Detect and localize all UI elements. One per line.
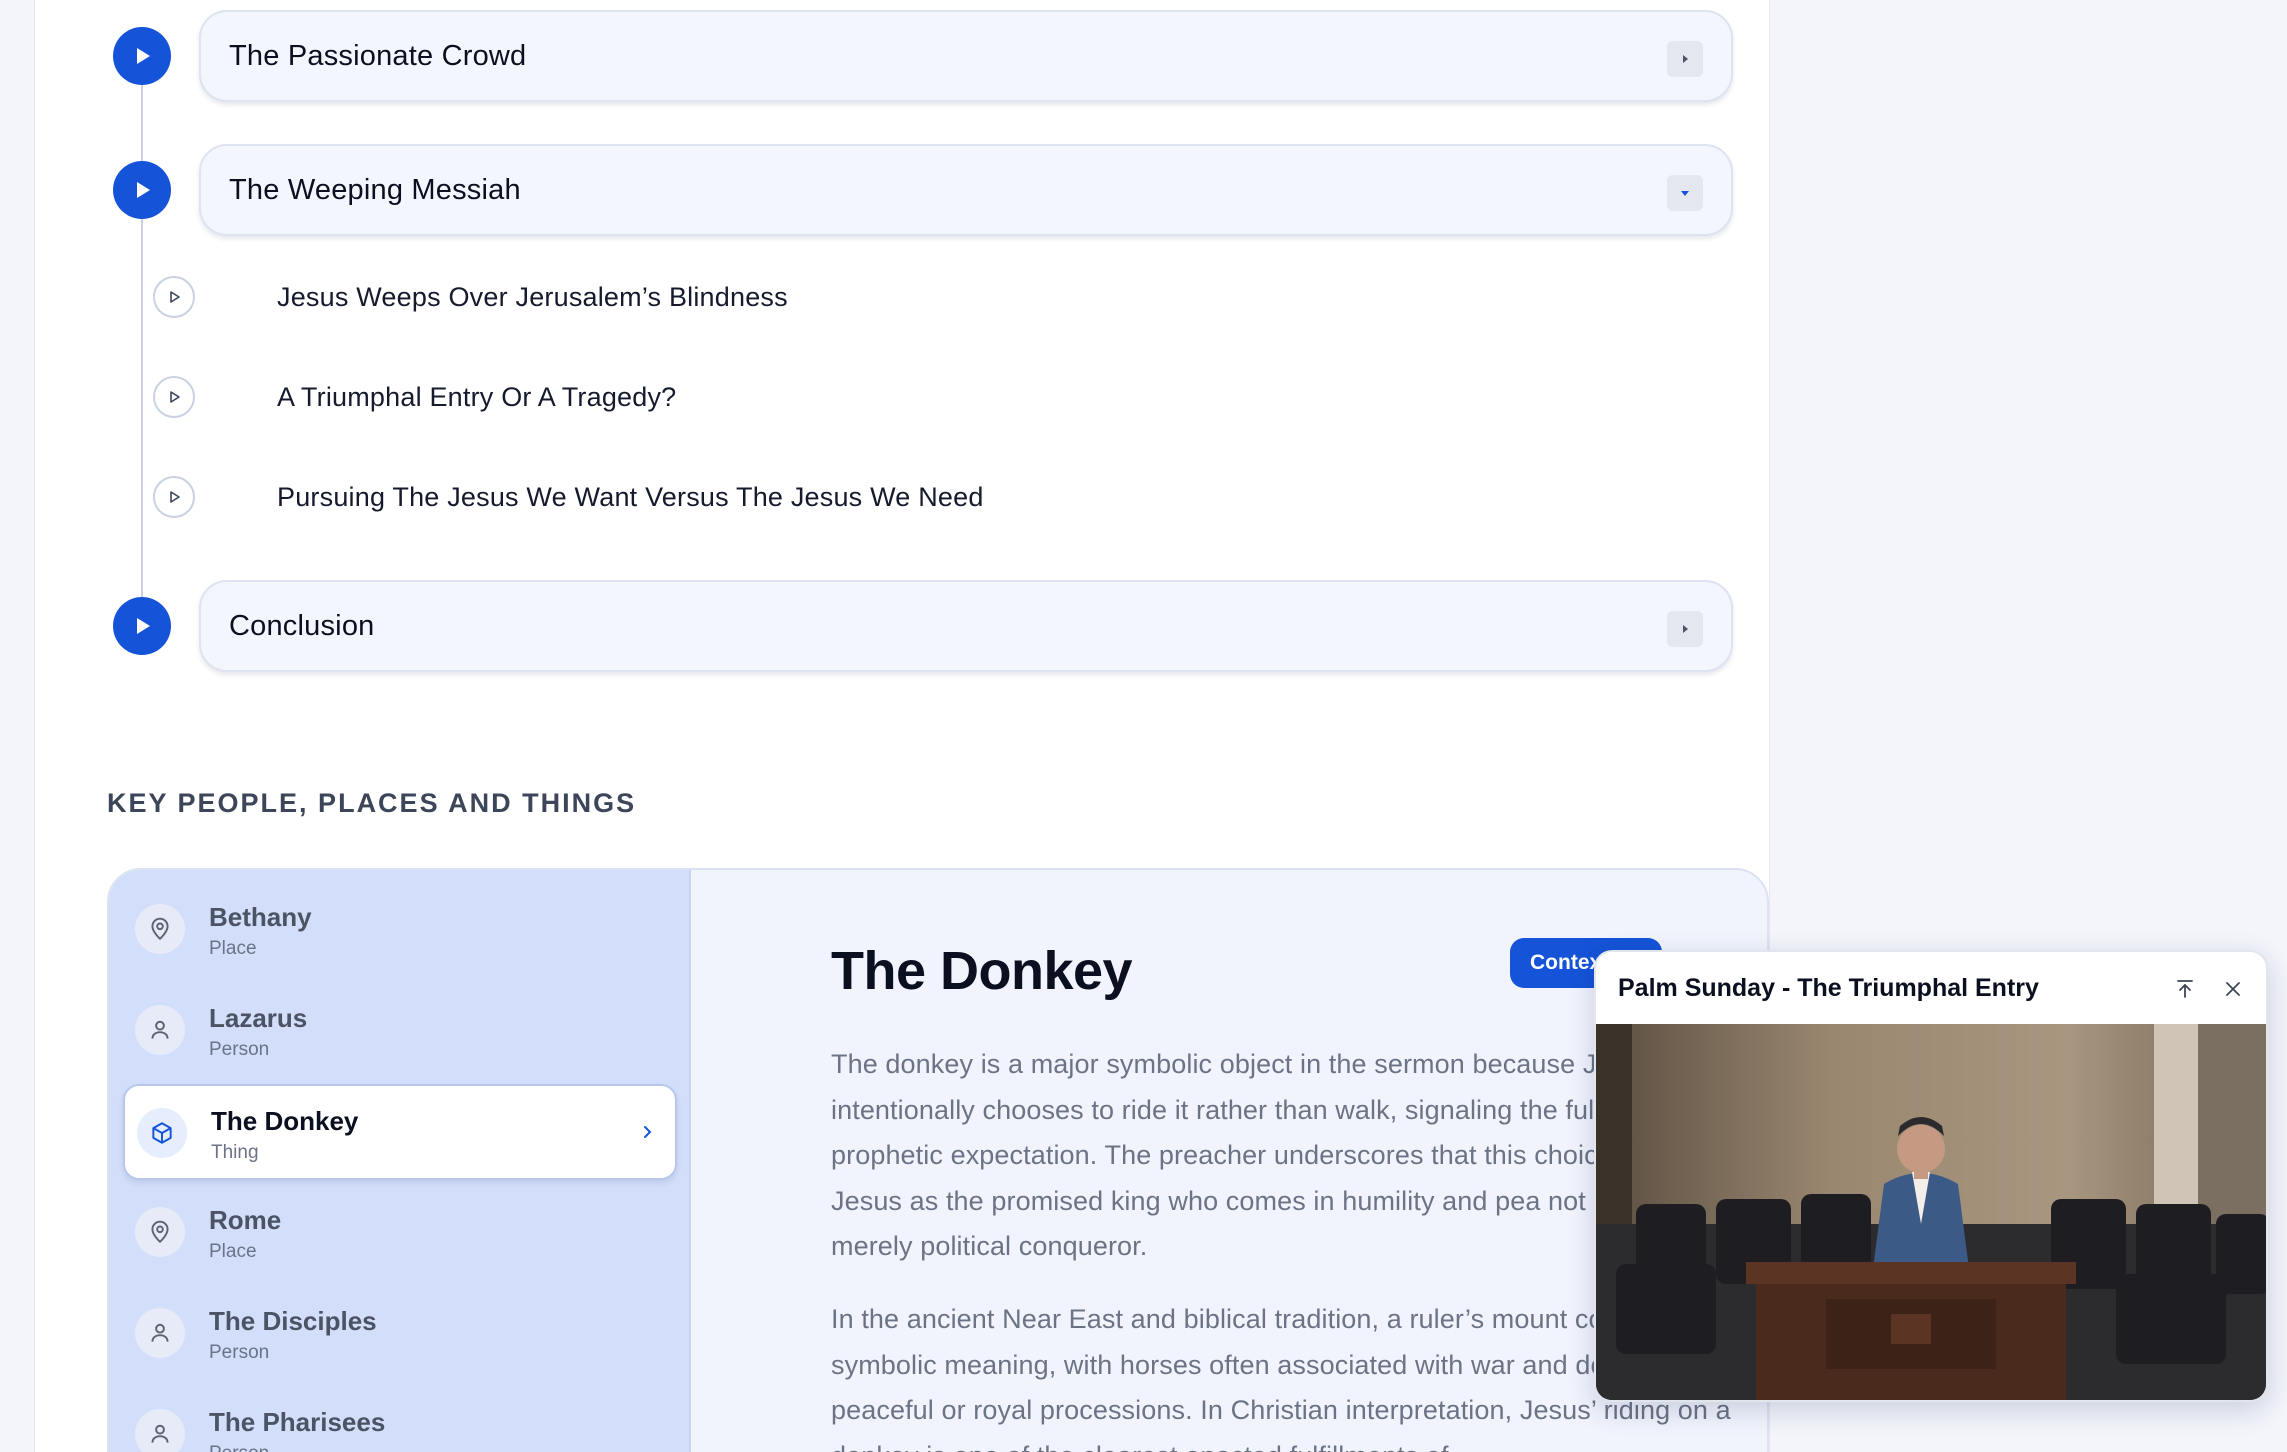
- list-item[interactable]: Rome Place: [123, 1185, 677, 1281]
- list-item-active[interactable]: The Donkey Thing: [123, 1084, 677, 1180]
- subsection-title: Pursuing The Jesus We Want Versus The Je…: [277, 482, 984, 512]
- play-icon[interactable]: [113, 27, 171, 85]
- play-outline-icon[interactable]: [153, 376, 195, 418]
- outline-subsection[interactable]: Pursuing The Jesus We Want Versus The Je…: [119, 466, 1519, 526]
- item-name: The Pharisees: [209, 1407, 386, 1437]
- section-heading: KEY PEOPLE, PLACES AND THINGS: [107, 788, 637, 818]
- play-outline-icon[interactable]: [153, 276, 195, 318]
- video-popup: Palm Sunday - The Triumphal Entry: [1594, 950, 2268, 1402]
- video-frame-image: [1596, 1024, 2266, 1400]
- item-type: Thing: [211, 1142, 259, 1163]
- person-icon: [135, 1005, 185, 1055]
- item-name: The Donkey: [211, 1106, 359, 1136]
- section-card[interactable]: The Weeping Messiah: [199, 144, 1733, 236]
- timeline-line: [141, 40, 143, 620]
- list-item[interactable]: The Pharisees Person: [123, 1387, 677, 1452]
- section-title: The Passionate Crowd: [229, 40, 527, 72]
- subsection-title: Jesus Weeps Over Jerusalem’s Blindness: [277, 282, 788, 312]
- expand-caret-icon[interactable]: [1667, 41, 1703, 77]
- main-column: The Passionate Crowd The Weeping Messiah: [34, 0, 1770, 1452]
- person-icon: [135, 1409, 185, 1452]
- outline-subsection[interactable]: A Triumphal Entry Or A Tragedy?: [119, 366, 1519, 426]
- chevron-right-icon: [644, 1126, 652, 1138]
- cube-icon: [137, 1108, 187, 1158]
- item-type: Place: [209, 938, 257, 959]
- item-type: Place: [209, 1241, 257, 1262]
- subsection-title: A Triumphal Entry Or A Tragedy?: [277, 382, 677, 412]
- video-title: Palm Sunday - The Triumphal Entry: [1618, 974, 2039, 1002]
- outline-section[interactable]: The Weeping Messiah: [113, 144, 1733, 236]
- item-name: Lazarus: [209, 1003, 308, 1033]
- item-type: Person: [209, 1039, 270, 1060]
- play-icon[interactable]: [113, 161, 171, 219]
- map-pin-icon: [135, 1207, 185, 1257]
- play-outline-icon[interactable]: [153, 476, 195, 518]
- section-card[interactable]: The Passionate Crowd: [199, 10, 1733, 102]
- pin-to-top-icon[interactable]: [2170, 974, 2200, 1004]
- section-card[interactable]: Conclusion: [199, 580, 1733, 672]
- detail-title: The Donkey: [831, 941, 1133, 1001]
- item-name: The Disciples: [209, 1306, 377, 1336]
- outline-section[interactable]: Conclusion: [113, 580, 1733, 672]
- list-item[interactable]: Bethany Place: [123, 882, 677, 978]
- play-icon[interactable]: [113, 597, 171, 655]
- map-pin-icon: [135, 904, 185, 954]
- section-title: Conclusion: [229, 610, 375, 642]
- section-title: The Weeping Messiah: [229, 174, 521, 206]
- key-people-list: Bethany Place Lazarus Person The Donkey …: [109, 870, 691, 1452]
- item-name: Rome: [209, 1205, 282, 1235]
- item-name: Bethany: [209, 902, 312, 932]
- list-item[interactable]: The Disciples Person: [123, 1286, 677, 1382]
- close-icon[interactable]: [2218, 974, 2248, 1004]
- person-icon: [135, 1308, 185, 1358]
- expand-caret-icon[interactable]: [1667, 611, 1703, 647]
- outline-subsection[interactable]: Jesus Weeps Over Jerusalem’s Blindness: [119, 266, 1519, 326]
- item-type: Person: [209, 1342, 270, 1363]
- list-item[interactable]: Lazarus Person: [123, 983, 677, 1079]
- collapse-caret-icon[interactable]: [1667, 175, 1703, 211]
- video-player[interactable]: [1596, 1024, 2266, 1400]
- outline-section[interactable]: The Passionate Crowd: [113, 10, 1733, 102]
- item-type: Person: [209, 1443, 269, 1452]
